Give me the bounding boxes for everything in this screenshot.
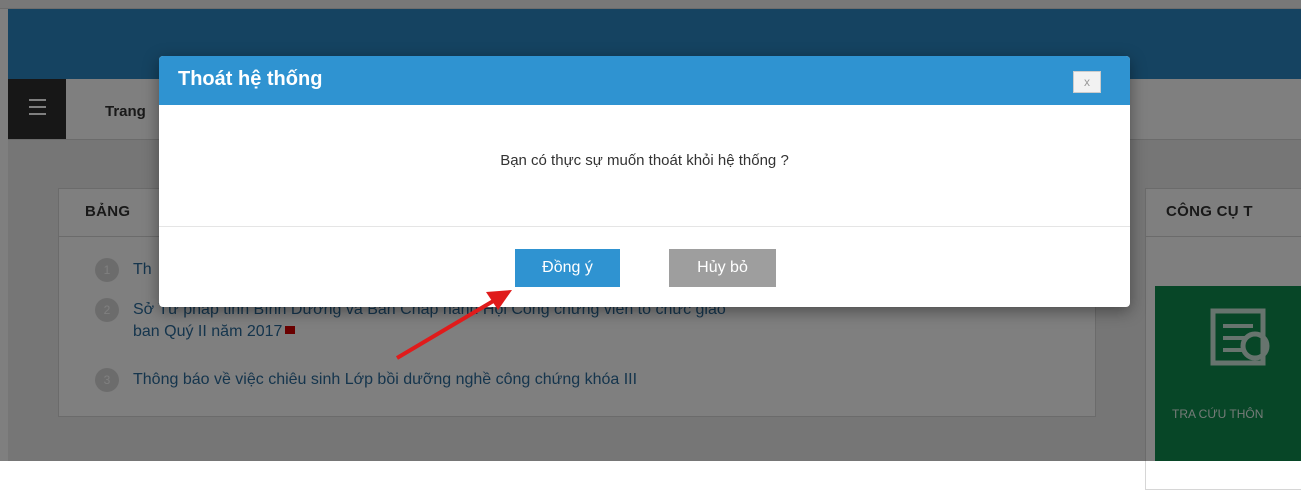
close-icon[interactable]: x bbox=[1073, 71, 1101, 93]
cancel-button[interactable]: Hủy bỏ bbox=[669, 249, 776, 287]
dialog-body: Bạn có thực sự muốn thoát khỏi hệ thống … bbox=[159, 105, 1130, 227]
confirm-button[interactable]: Đồng ý bbox=[515, 249, 620, 287]
dialog-header: Thoát hệ thống x bbox=[159, 56, 1130, 105]
logout-dialog: Thoát hệ thống x Bạn có thực sự muốn tho… bbox=[159, 56, 1130, 307]
dialog-title: Thoát hệ thống bbox=[178, 68, 323, 90]
dialog-message: Bạn có thực sự muốn thoát khỏi hệ thống … bbox=[500, 152, 789, 169]
